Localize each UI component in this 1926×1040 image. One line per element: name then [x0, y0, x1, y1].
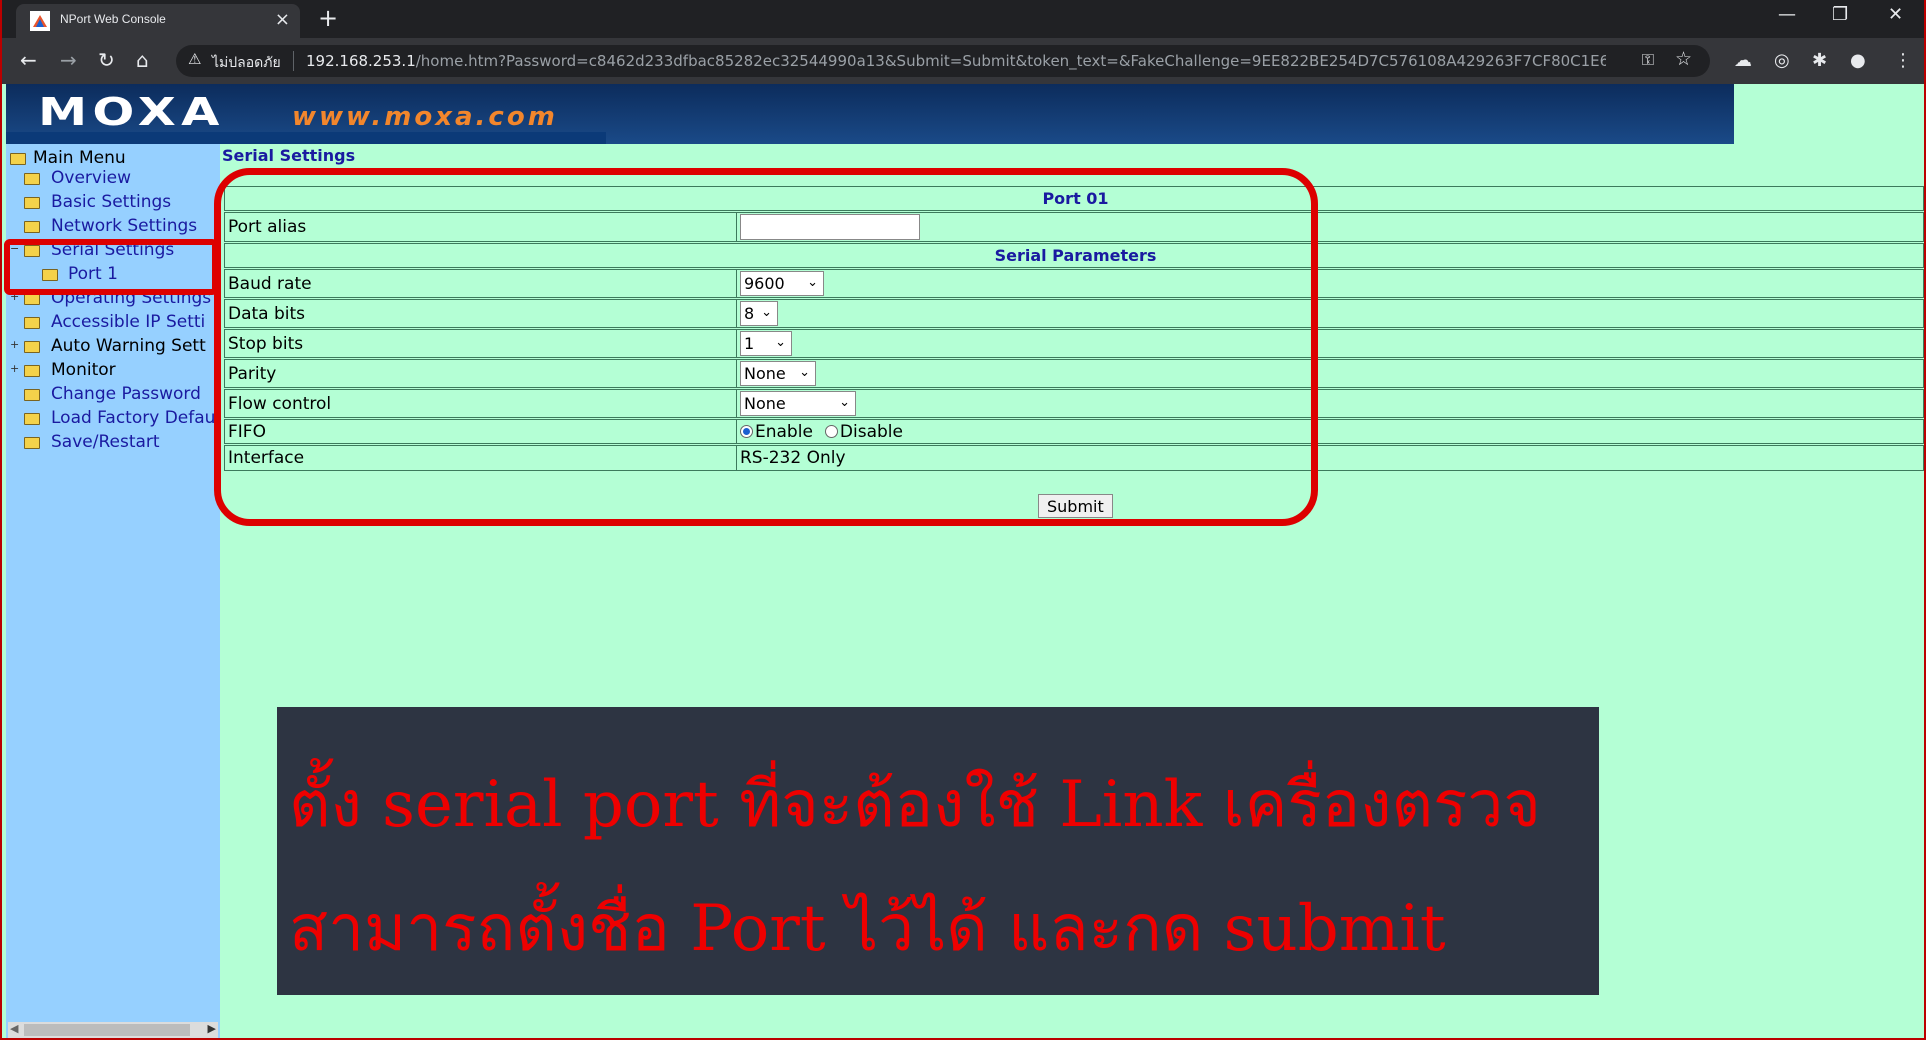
cloud-extension-icon[interactable]: ☁	[1734, 50, 1752, 71]
caption-line-2: สามารถตั้งชื่อ Port ไว้ได้ และกด submit	[289, 892, 1446, 966]
minimize-icon[interactable]: —	[1778, 4, 1796, 25]
sidebar-item-monitor[interactable]: Monitor	[51, 360, 116, 380]
tab-title: NPort Web Console	[60, 12, 166, 26]
home-icon[interactable]: ⌂	[136, 48, 149, 72]
serial-settings-highlight-outline	[4, 239, 218, 295]
browser-toolbar: ← → ↻ ⌂ ⚠ ไม่ปลอดภัย 192.168.253.1/home.…	[0, 38, 1926, 84]
sidebar-horizontal-scrollbar[interactable]: ◀ ▶	[8, 1022, 218, 1038]
caption-line-1: ตั้ง serial port ที่จะต้องใช้ Link เครื่…	[289, 768, 1541, 842]
sidebar-item-auto-warning[interactable]: Auto Warning Sett	[51, 336, 206, 356]
folder-icon	[24, 365, 40, 377]
scroll-left-icon[interactable]: ◀	[10, 1022, 18, 1035]
scrollbar-thumb[interactable]	[24, 1024, 190, 1036]
browser-tab[interactable]: NPort Web Console ×	[16, 4, 300, 38]
folder-icon	[24, 389, 40, 401]
restore-icon[interactable]: ❐	[1832, 4, 1848, 25]
warning-icon: ⚠	[188, 50, 202, 68]
sidebar-item-basic-settings[interactable]: Basic Settings	[51, 192, 171, 212]
open-folder-icon	[10, 153, 26, 165]
tab-close-icon[interactable]: ×	[275, 9, 290, 30]
page-title: Serial Settings	[222, 146, 356, 165]
moxa-site-link: www.moxa.com	[292, 102, 558, 132]
scroll-right-icon[interactable]: ▶	[208, 1022, 216, 1035]
sidebar-item-accessible-ip[interactable]: Accessible IP Setti	[51, 312, 205, 332]
window-close-icon[interactable]: ✕	[1888, 4, 1903, 25]
puzzle-extensions-icon[interactable]: ✱	[1812, 50, 1827, 71]
new-tab-icon[interactable]: +	[318, 4, 338, 32]
url-text[interactable]: 192.168.253.1/home.htm?Password=c8462d23…	[306, 52, 1606, 70]
folder-icon	[24, 173, 40, 185]
sidebar-item-network-settings[interactable]: Network Settings	[51, 216, 197, 236]
sidebar-item-overview[interactable]: Overview	[51, 168, 131, 188]
url-path: /home.htm?Password=c8462d233dfbac85282ec…	[415, 52, 1606, 70]
folder-icon	[24, 341, 40, 353]
bookmark-star-icon[interactable]: ☆	[1675, 48, 1692, 70]
extension-circle-icon[interactable]: ◎	[1774, 50, 1790, 71]
form-highlight-outline	[214, 168, 1318, 526]
address-bar[interactable]: ⚠ ไม่ปลอดภัย 192.168.253.1/home.htm?Pass…	[176, 45, 1710, 77]
sidebar-item-load-factory-default[interactable]: Load Factory Defau	[51, 408, 215, 428]
folder-icon	[24, 317, 40, 329]
url-host: 192.168.253.1	[306, 52, 416, 70]
back-icon[interactable]: ←	[20, 48, 37, 72]
reload-icon[interactable]: ↻	[98, 48, 115, 72]
security-label: ไม่ปลอดภัย	[212, 55, 281, 71]
omnibox-divider	[293, 51, 294, 71]
profile-avatar-icon[interactable]: ●	[1850, 50, 1866, 71]
moxa-favicon-icon	[30, 11, 50, 31]
browser-menu-icon[interactable]: ⋮	[1894, 50, 1912, 71]
expand-icon[interactable]: +	[10, 362, 19, 375]
sidebar-item-change-password[interactable]: Change Password	[51, 384, 201, 404]
moxa-banner: MOXA www.moxa.com	[6, 84, 1734, 144]
main-menu-root[interactable]: Main Menu	[33, 148, 126, 168]
forward-icon[interactable]: →	[60, 48, 77, 72]
password-key-icon[interactable]: ⚿	[1642, 50, 1654, 70]
folder-icon	[24, 221, 40, 233]
instruction-caption: ตั้ง serial port ที่จะต้องใช้ Link เครื่…	[277, 707, 1599, 995]
folder-icon	[24, 413, 40, 425]
expand-icon[interactable]: +	[10, 338, 19, 351]
browser-tab-bar: NPort Web Console × + — ❐ ✕	[0, 0, 1926, 38]
folder-icon	[24, 437, 40, 449]
folder-icon	[24, 197, 40, 209]
sidebar-item-save-restart[interactable]: Save/Restart	[51, 432, 160, 452]
moxa-logo: MOXA	[38, 90, 225, 134]
